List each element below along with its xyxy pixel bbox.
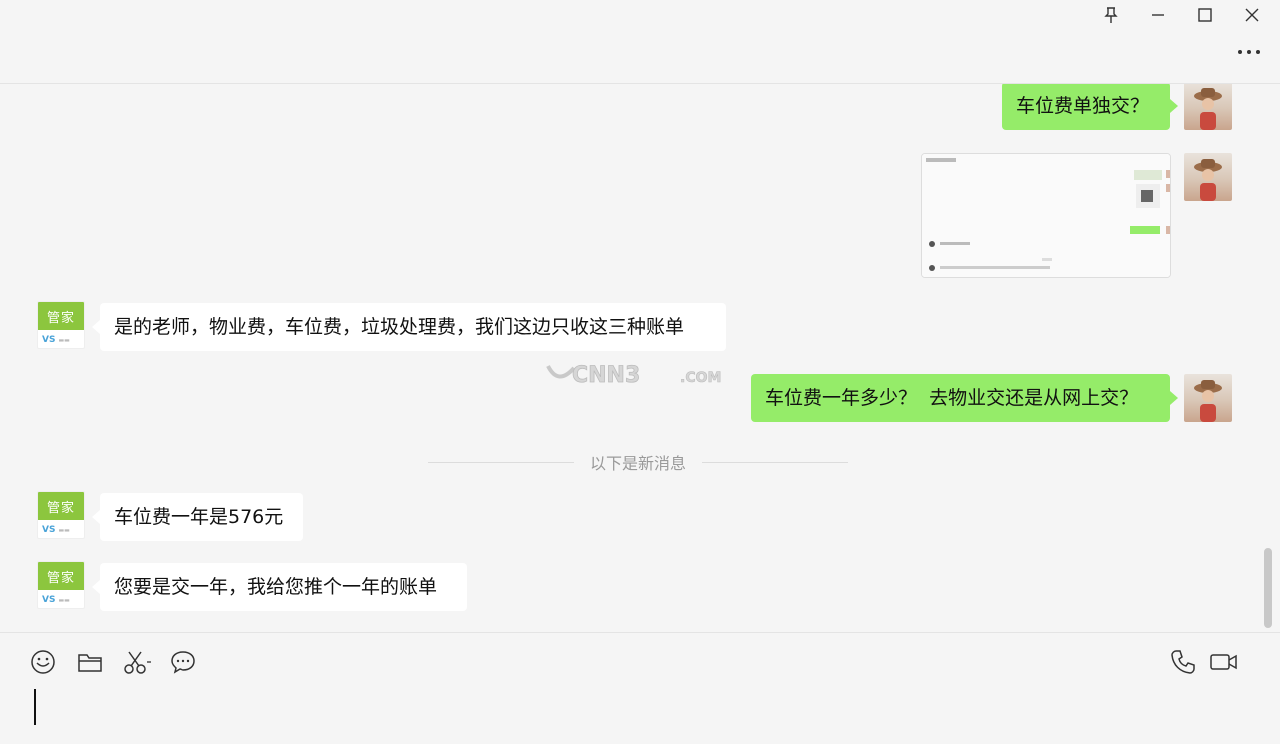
watermark-text: CNN3 <box>572 363 640 388</box>
message-text: 是的老师，物业费，车位费，垃圾处理费，我们这边只收这三种账单 <box>114 316 685 338</box>
divider-line <box>428 461 574 463</box>
service-avatar[interactable]: 管家 VS ▬▬ <box>37 561 85 609</box>
service-logo: VS ▬▬ <box>42 595 70 605</box>
divider-line <box>702 461 849 463</box>
service-avatar[interactable]: 管家 VS ▬▬ <box>37 491 85 539</box>
phone-icon[interactable] <box>1168 647 1198 677</box>
compose-area <box>0 632 1280 744</box>
message-text: 车位费单独交？ <box>1016 95 1150 117</box>
maximize-icon[interactable] <box>1182 0 1228 30</box>
scrollbar-thumb[interactable] <box>1264 548 1272 628</box>
divider-text: 以下是新消息 <box>590 454 687 473</box>
service-logo-mark: VS <box>42 525 56 535</box>
watermark-domain: .COM <box>680 370 721 386</box>
my-avatar[interactable] <box>1184 153 1232 201</box>
service-avatar-label: 管家 <box>38 492 84 520</box>
message-text: 您要是交一年，我给您推个一年的账单 <box>114 576 438 598</box>
message-bubble-sent[interactable]: 车位费一年多少？ 去物业交还是从网上交？ <box>751 374 1178 422</box>
chat-bubble-icon[interactable] <box>168 647 198 677</box>
service-avatar-label: 管家 <box>38 562 84 590</box>
folder-icon[interactable] <box>75 647 105 677</box>
new-messages-divider: 以下是新消息 <box>428 452 849 473</box>
service-avatar-label: 管家 <box>38 302 84 330</box>
video-icon[interactable] <box>1208 647 1240 677</box>
message-input[interactable] <box>30 685 1250 735</box>
message-bubble-received[interactable]: 您要是交一年，我给您推个一年的账单 <box>92 563 467 611</box>
message-text: 车位费一年是576元 <box>114 506 284 528</box>
text-caret <box>34 689 36 725</box>
service-logo: VS ▬▬ <box>42 525 70 535</box>
message-bubble-received[interactable]: 车位费一年是576元 <box>92 493 303 541</box>
pin-icon[interactable] <box>1088 0 1134 30</box>
close-icon[interactable] <box>1229 0 1275 30</box>
service-avatar[interactable]: 管家 VS ▬▬ <box>37 301 85 349</box>
service-logo-mark: VS <box>42 335 56 345</box>
emoji-icon[interactable] <box>28 647 58 677</box>
chat-screenshot-thumbnail <box>922 154 1170 277</box>
my-avatar[interactable] <box>1184 374 1232 422</box>
message-list[interactable]: 车位费单独交？ 管家 VS ▬▬ 是的老师，物业费，车位费，垃圾处理费，我们这边… <box>0 84 1280 632</box>
title-bar <box>0 0 1280 84</box>
watermark-logo: CNN3 .COM <box>544 360 734 388</box>
service-logo-mark: VS <box>42 595 56 605</box>
scissors-icon[interactable] <box>122 647 156 677</box>
more-dots-icon[interactable] <box>1232 38 1266 66</box>
message-bubble-sent[interactable]: 车位费单独交？ <box>1002 84 1178 130</box>
service-logo: VS ▬▬ <box>42 335 70 345</box>
message-text: 车位费一年多少？ 去物业交还是从网上交？ <box>765 387 1139 409</box>
message-bubble-received[interactable]: 是的老师，物业费，车位费，垃圾处理费，我们这边只收这三种账单 <box>92 303 726 351</box>
image-message[interactable] <box>921 153 1171 278</box>
minimize-icon[interactable] <box>1135 0 1181 30</box>
my-avatar[interactable] <box>1184 84 1232 130</box>
